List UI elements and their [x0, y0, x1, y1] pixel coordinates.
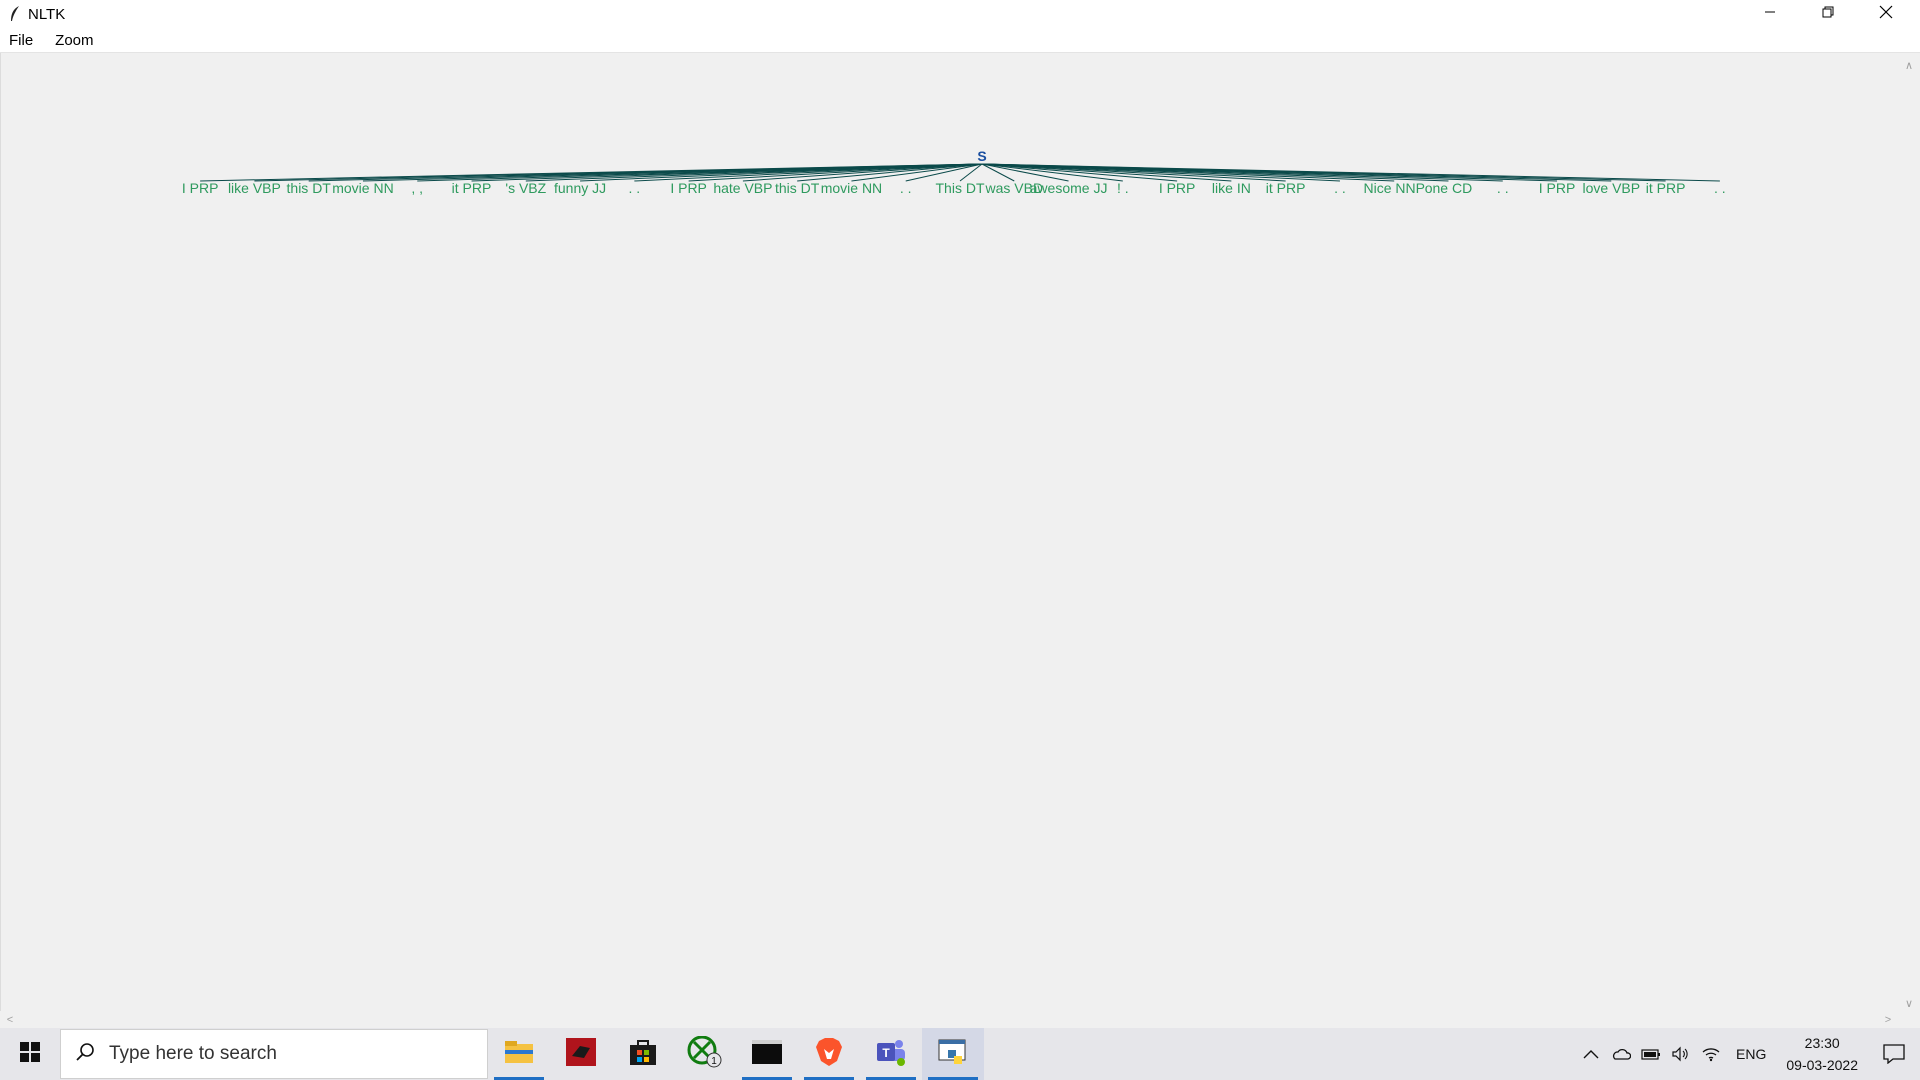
- store-bag-icon: [628, 1037, 658, 1072]
- tree-leaf-7[interactable]: funny JJ: [554, 180, 606, 196]
- tree-leaf-5[interactable]: it PRP: [452, 180, 492, 196]
- tree-leaf-10[interactable]: hate VBP: [713, 180, 772, 196]
- taskbar-file-explorer[interactable]: [488, 1028, 550, 1080]
- onedrive-cloud-icon[interactable]: [1606, 1028, 1636, 1080]
- taskbar-red-app[interactable]: [550, 1028, 612, 1080]
- scroll-right-icon[interactable]: >: [1880, 1012, 1896, 1028]
- taskbar-teams[interactable]: T: [860, 1028, 922, 1080]
- tree-root-label[interactable]: S: [977, 148, 986, 164]
- window-title: NLTK: [28, 5, 66, 23]
- taskbar-python-tk[interactable]: [922, 1028, 984, 1080]
- tree-leaf-3[interactable]: movie NN: [332, 180, 393, 196]
- tree-canvas[interactable]: SI PRP like VBP this DT movie NN, , it PRP's…: [0, 53, 1899, 1011]
- chevron-up-icon[interactable]: [1576, 1028, 1606, 1080]
- start-button[interactable]: [0, 1028, 60, 1080]
- vertical-scrollbar[interactable]: ∧ ∨: [1898, 53, 1920, 1011]
- tree-leaf-21[interactable]: . .: [1334, 180, 1346, 196]
- close-icon: [1879, 5, 1893, 24]
- tree-leaf-12[interactable]: movie NN: [821, 180, 882, 196]
- title-bar: NLTK: [0, 0, 1920, 28]
- minimize-button[interactable]: [1741, 0, 1799, 28]
- taskbar-brave[interactable]: [798, 1028, 860, 1080]
- taskbar-store[interactable]: [612, 1028, 674, 1080]
- tree-leaf-24[interactable]: . .: [1497, 180, 1509, 196]
- tree-leaf-8[interactable]: . .: [629, 180, 641, 196]
- app-red-icon: [566, 1037, 596, 1071]
- search-icon: [75, 1042, 95, 1067]
- tree-leaf-28[interactable]: . .: [1714, 180, 1726, 196]
- tree-leaf-17[interactable]: ! .: [1117, 180, 1129, 196]
- tree-leaf-13[interactable]: . .: [900, 180, 912, 196]
- horizontal-scrollbar[interactable]: < >: [0, 1011, 1898, 1028]
- language-indicator[interactable]: ENG: [1726, 1046, 1776, 1062]
- battery-icon[interactable]: [1636, 1028, 1666, 1080]
- svg-text:T: T: [882, 1046, 890, 1060]
- terminal-icon: [752, 1039, 782, 1069]
- volume-icon[interactable]: [1666, 1028, 1696, 1080]
- folder-icon: [504, 1040, 534, 1069]
- tree-leaf-22[interactable]: Nice NNP: [1363, 180, 1424, 196]
- scroll-left-icon[interactable]: <: [2, 1012, 18, 1028]
- feather-icon: [6, 5, 24, 23]
- system-tray: ENG 23:30 09-03-2022: [1576, 1028, 1920, 1080]
- teams-icon: T: [875, 1037, 907, 1072]
- taskbar-xbox[interactable]: 1: [674, 1028, 736, 1080]
- scroll-down-icon[interactable]: ∨: [1901, 995, 1917, 1011]
- tree-leaf-0[interactable]: I PRP: [182, 180, 219, 196]
- taskbar: Type here to search 1 T ENG 23:30 09-03-…: [0, 1028, 1920, 1080]
- search-placeholder: Type here to search: [109, 1043, 277, 1064]
- tree-leaf-9[interactable]: I PRP: [670, 180, 707, 196]
- tree-branch: [981, 163, 1720, 182]
- windows-logo-icon: [20, 1041, 40, 1067]
- python-window-icon: [938, 1038, 968, 1071]
- tree-leaf-14[interactable]: This DT: [936, 180, 985, 196]
- tree-leaf-11[interactable]: this DT: [775, 180, 820, 196]
- menu-bar: File Zoom: [0, 28, 1920, 53]
- tree-leaf-2[interactable]: this DT: [287, 180, 332, 196]
- scroll-up-icon[interactable]: ∧: [1901, 57, 1917, 73]
- minimize-icon: [1764, 5, 1776, 23]
- clock-date: 09-03-2022: [1786, 1057, 1858, 1073]
- xbox-icon: 1: [687, 1035, 723, 1073]
- taskbar-search[interactable]: Type here to search: [60, 1029, 488, 1079]
- tree-leaf-18[interactable]: I PRP: [1159, 180, 1196, 196]
- tree-leaf-19[interactable]: like IN: [1212, 180, 1251, 196]
- wifi-icon[interactable]: [1696, 1028, 1726, 1080]
- tree-leaf-4[interactable]: , ,: [411, 180, 423, 196]
- tree-leaf-1[interactable]: like VBP: [228, 180, 281, 196]
- restore-icon: [1822, 5, 1834, 23]
- restore-button[interactable]: [1799, 0, 1857, 28]
- taskbar-terminal[interactable]: [736, 1028, 798, 1080]
- parse-tree: SI PRP like VBP this DT movie NN, , it PRP's…: [182, 148, 1726, 196]
- tree-leaf-27[interactable]: it PRP: [1646, 180, 1686, 196]
- tree-leaf-6[interactable]: 's VBZ: [505, 180, 546, 196]
- svg-text:1: 1: [711, 1056, 717, 1067]
- clock[interactable]: 23:30 09-03-2022: [1776, 1032, 1868, 1076]
- tree-leaf-26[interactable]: love VBP: [1583, 180, 1641, 196]
- tree-leaf-16[interactable]: awesome JJ: [1030, 180, 1108, 196]
- menu-zoom[interactable]: Zoom: [41, 32, 101, 49]
- notification-icon[interactable]: [1868, 1028, 1920, 1080]
- tree-leaf-20[interactable]: it PRP: [1266, 180, 1306, 196]
- clock-time: 23:30: [1804, 1035, 1840, 1051]
- tree-leaf-23[interactable]: one CD: [1425, 180, 1472, 196]
- tree-leaf-25[interactable]: I PRP: [1539, 180, 1576, 196]
- close-button[interactable]: [1857, 0, 1915, 28]
- brave-lion-icon: [815, 1037, 843, 1072]
- menu-file[interactable]: File: [0, 32, 41, 49]
